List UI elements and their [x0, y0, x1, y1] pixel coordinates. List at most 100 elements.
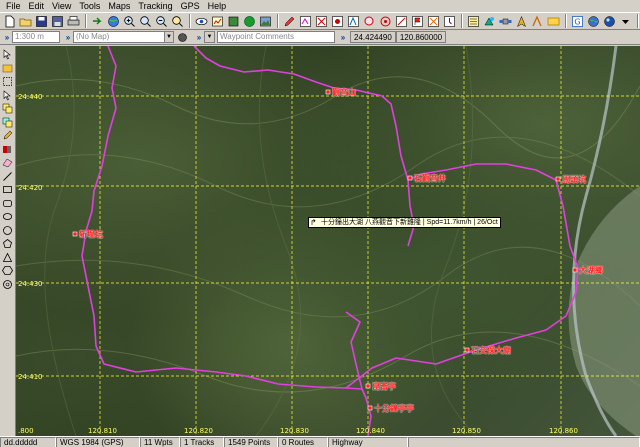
green-globe-icon[interactable] — [242, 14, 257, 29]
search-tool-icon[interactable] — [362, 14, 377, 29]
ozi-explorer-window: File Edit View Tools Maps Tracking GPS H… — [0, 0, 640, 447]
scale-field[interactable]: 1:300 m — [12, 31, 60, 43]
main-toolbar: G ? — [0, 12, 640, 30]
menu-maps[interactable]: Maps — [104, 0, 134, 12]
ring-tool-icon[interactable] — [1, 278, 14, 291]
map-overlay — [16, 46, 640, 436]
import-icon[interactable] — [90, 14, 105, 29]
menu-tools[interactable]: Tools — [75, 0, 104, 12]
paint-tool-icon[interactable] — [1, 143, 14, 156]
arrow-tool-icon[interactable] — [1, 89, 14, 102]
menu-tracking[interactable]: Tracking — [134, 0, 176, 12]
rectangle-tool-icon[interactable] — [1, 183, 14, 196]
zoom-out-icon[interactable] — [154, 14, 169, 29]
waypoint-label[interactable]: 崑崙亭 — [372, 381, 396, 392]
eraser-tool-icon[interactable] — [1, 156, 14, 169]
toolbar-separator — [565, 14, 567, 28]
lat-label: 24.440 — [18, 93, 43, 101]
coordinate-grid — [16, 46, 640, 436]
longitude-readout: 120.860000 — [395, 31, 447, 43]
menu-edit[interactable]: Edit — [25, 0, 49, 12]
expand-chevron-icon[interactable]: » — [63, 32, 73, 43]
track-tool-icon[interactable] — [298, 14, 313, 29]
tracklog-icon[interactable] — [530, 14, 545, 29]
pencil-tool-icon[interactable] — [282, 14, 297, 29]
menu-help[interactable]: Help — [204, 0, 231, 12]
open-folder-icon[interactable] — [18, 14, 33, 29]
waypoint-label[interactable]: 馬頭坑 — [562, 174, 586, 185]
triangle-tool-icon[interactable] — [1, 251, 14, 264]
rounded-rect-tool-icon[interactable] — [1, 197, 14, 210]
status-bar: dd.ddddd WGS 1984 (GPS) 11 Wpts 1 Tracks… — [0, 436, 640, 447]
ellipse-tool-icon[interactable] — [1, 210, 14, 223]
pen-tool-icon[interactable] — [1, 129, 14, 142]
globe-icon[interactable] — [106, 14, 121, 29]
satellite-icon[interactable] — [498, 14, 513, 29]
zoom-fit-icon[interactable] — [170, 14, 185, 29]
menu-view[interactable]: View — [48, 0, 75, 12]
event-tool-icon[interactable] — [346, 14, 361, 29]
distance-tool-icon[interactable] — [394, 14, 409, 29]
lat-label: 24.430 — [18, 280, 43, 288]
alarm-tool-icon[interactable] — [442, 14, 457, 29]
expand-chevron-icon[interactable]: » — [194, 32, 204, 43]
expand-chevron-icon[interactable]: » — [2, 32, 12, 43]
waypoint-label[interactable]: 石交保大廟 — [471, 345, 511, 356]
status-road-type: Highway — [328, 437, 408, 447]
waypoint-label[interactable]: 新塭坑 — [79, 229, 103, 240]
lon-label: 120.830 — [280, 427, 309, 435]
gps-track[interactable] — [81, 46, 579, 436]
waypoint-label[interactable]: 大湖鄉 — [579, 265, 603, 276]
chart-icon[interactable] — [210, 14, 225, 29]
map-photo-icon[interactable] — [258, 14, 273, 29]
eye-icon[interactable] — [194, 14, 209, 29]
dropdown-arrow-icon[interactable] — [618, 14, 633, 29]
terrain-texture — [16, 46, 640, 436]
line-tool-icon[interactable] — [1, 170, 14, 183]
map-toggle-icon[interactable] — [175, 30, 190, 45]
blue-globe-icon[interactable] — [602, 14, 617, 29]
status-tracks: 1 Tracks — [180, 437, 224, 447]
hexagon-tool-icon[interactable] — [1, 264, 14, 277]
circle-tool-icon[interactable] — [1, 224, 14, 237]
zoom-in-icon[interactable] — [122, 14, 137, 29]
target-tool-icon[interactable] — [378, 14, 393, 29]
menu-gps[interactable]: GPS — [177, 0, 204, 12]
print-icon[interactable] — [66, 14, 81, 29]
pointer-tool-icon[interactable] — [1, 48, 14, 61]
save-as-icon[interactable] — [50, 14, 65, 29]
waypoint-label[interactable]: 石觀音井 — [414, 173, 446, 184]
hand-tool-icon[interactable] — [1, 62, 14, 75]
paste-tool-icon[interactable] — [1, 116, 14, 129]
ruler-icon[interactable] — [546, 14, 561, 29]
lon-edge-label: .800 — [18, 427, 34, 435]
save-icon[interactable] — [34, 14, 49, 29]
map-dropdown-arrow-icon[interactable]: ▼ — [165, 31, 174, 43]
zoom-rect-icon[interactable] — [138, 14, 153, 29]
waypoint-label[interactable]: 十分鐘亭亭 — [374, 403, 414, 414]
moving-map-icon[interactable] — [514, 14, 529, 29]
route-tool-icon[interactable] — [314, 14, 329, 29]
waypoint-label[interactable]: 觀音山 — [332, 87, 356, 98]
select-tool-icon[interactable] — [1, 75, 14, 88]
google-g-icon[interactable]: G — [570, 14, 585, 29]
tool-palette — [0, 46, 16, 436]
waypoint-markers — [72, 89, 578, 411]
mark-tool-icon[interactable] — [410, 14, 425, 29]
waypoint-tool-icon[interactable] — [330, 14, 345, 29]
map-view[interactable]: 24.440 24.430 24.420 24.410 .800 120.810… — [16, 46, 640, 436]
layer-icon[interactable] — [226, 14, 241, 29]
status-routes: 0 Routes — [278, 437, 328, 447]
earth-icon[interactable] — [586, 14, 601, 29]
expand-chevron-icon[interactable]: » — [338, 32, 348, 43]
gps-connect-icon[interactable] — [482, 14, 497, 29]
menu-file[interactable]: File — [2, 0, 25, 12]
list-tool-icon[interactable] — [466, 14, 481, 29]
copy-tool-icon[interactable] — [1, 102, 14, 115]
polygon-tool-icon[interactable] — [1, 237, 14, 250]
flag-tool-icon[interactable] — [426, 14, 441, 29]
comments-dropdown-arrow-icon[interactable]: ▼ — [204, 31, 215, 43]
map-name-field[interactable]: (No Map) — [73, 31, 165, 43]
waypoint-comments-field[interactable]: Waypoint Comments — [217, 31, 335, 43]
new-file-icon[interactable] — [2, 14, 17, 29]
